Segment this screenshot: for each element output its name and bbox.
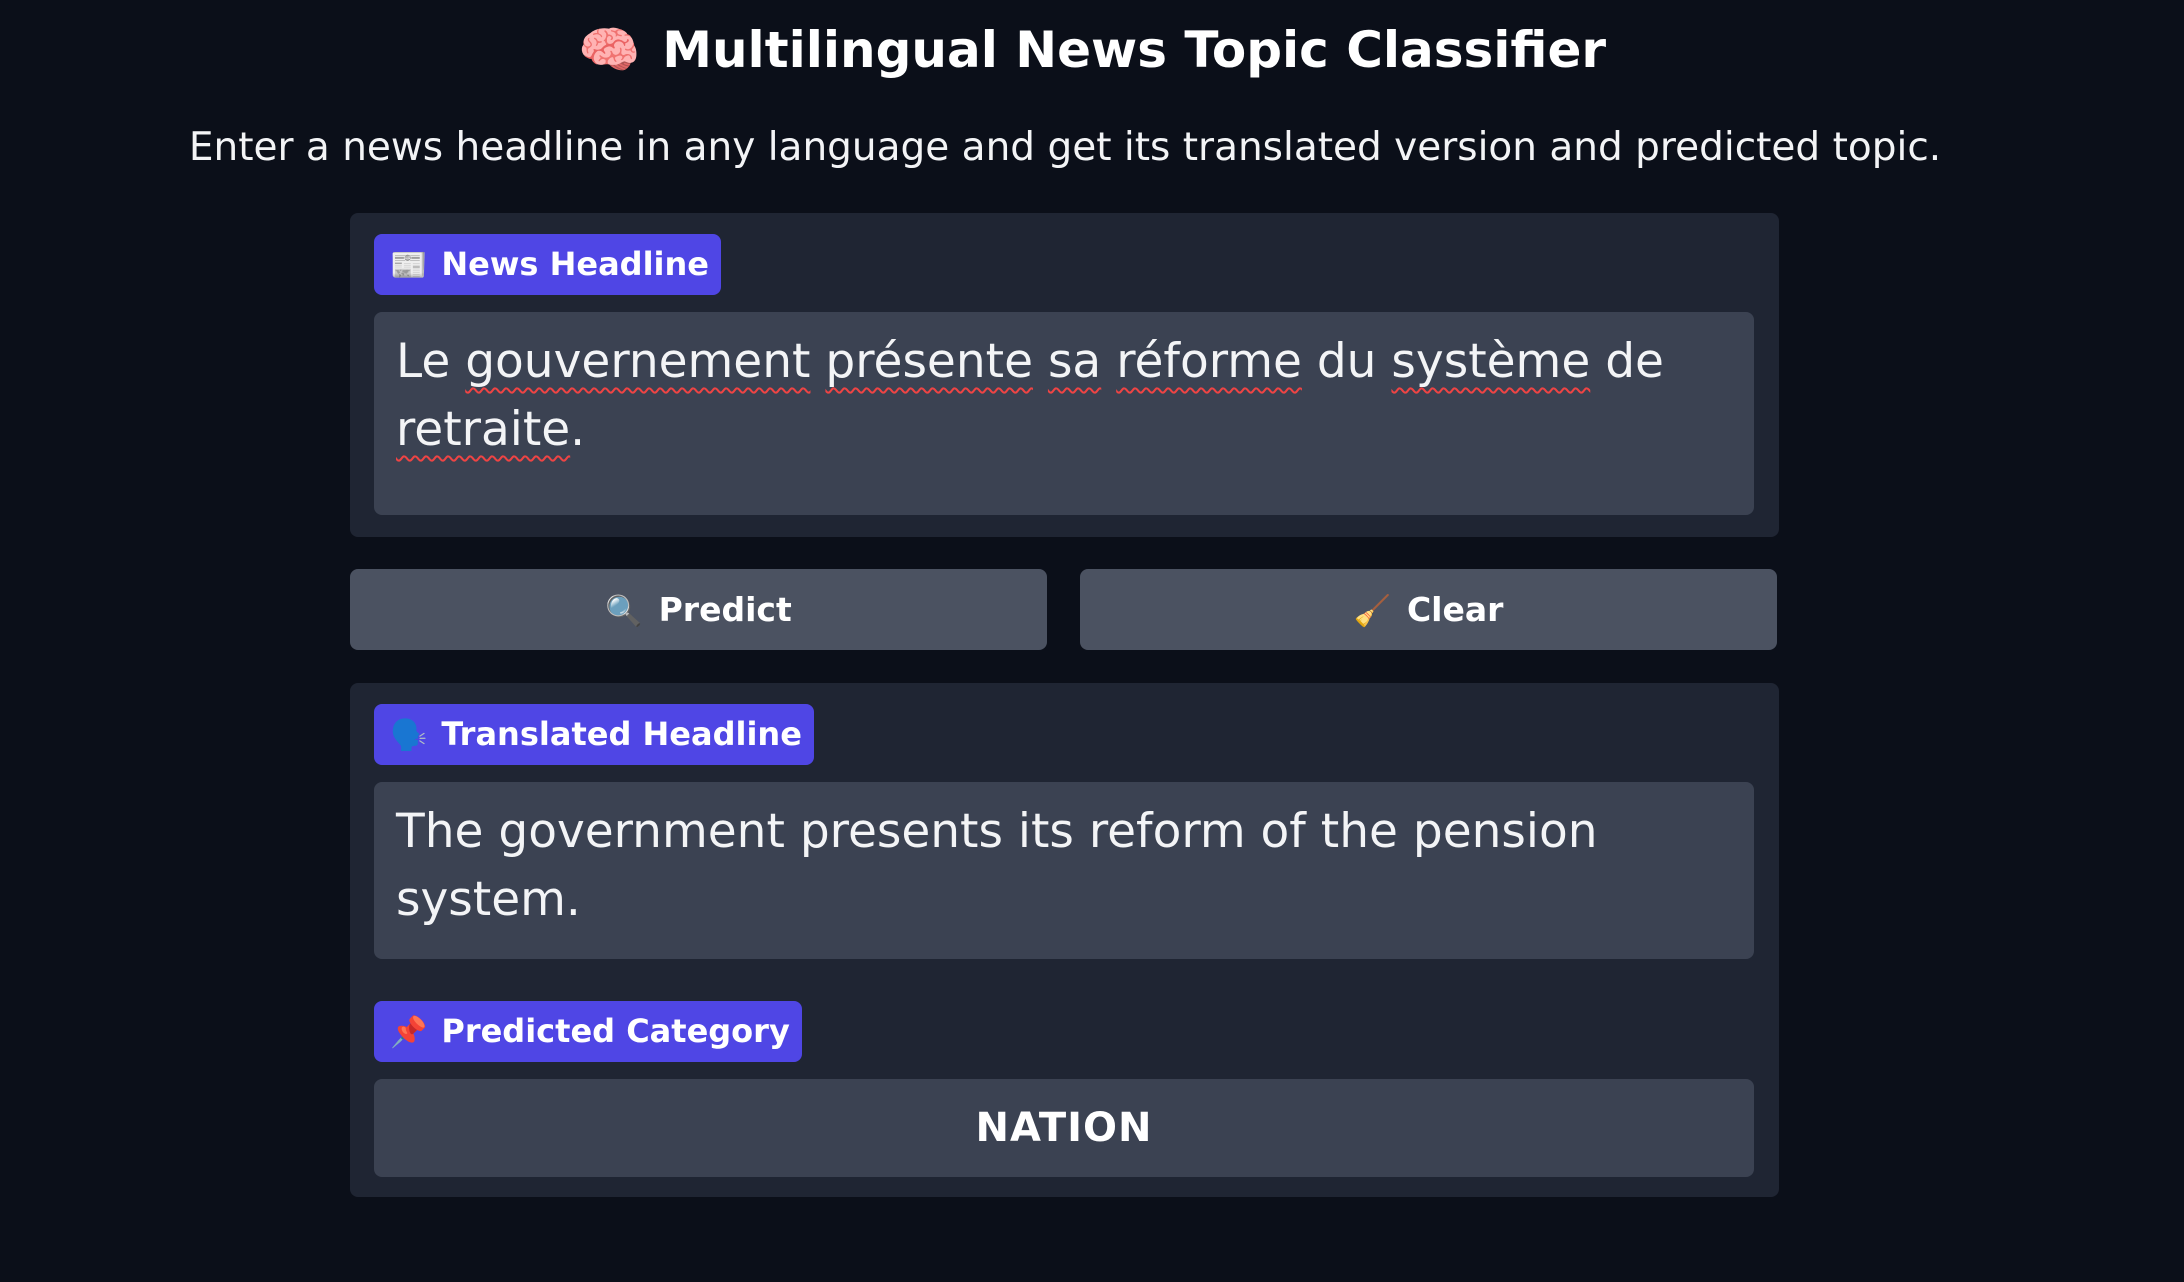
predict-button[interactable]: 🔍 Predict <box>350 569 1047 650</box>
page-subtitle: Enter a news headline in any language an… <box>188 125 1942 170</box>
broom-icon: 🧹 <box>1353 594 1391 629</box>
headline-text-fragment: . <box>570 402 586 457</box>
translated-headline-output[interactable]: The government presents its reform of th… <box>374 782 1754 959</box>
misspelled-word: retraite <box>396 402 571 457</box>
translated-headline-label-text: Translated Headline <box>441 715 802 753</box>
headline-text-fragment: Le <box>396 334 466 389</box>
headline-text-fragment <box>810 334 825 389</box>
translated-headline-label: 🗣️ Translated Headline <box>374 704 814 765</box>
predicted-category-label-text: Predicted Category <box>441 1012 790 1050</box>
misspelled-word: gouvernement <box>465 334 811 389</box>
predicted-category-label: 📌 Predicted Category <box>374 1001 802 1062</box>
newspaper-icon: 📰 <box>390 248 428 283</box>
headline-text-fragment: de <box>1590 334 1664 389</box>
app-root: 🧠 Multilingual News Topic Classifier Ente… <box>0 0 2184 1282</box>
predict-button-label: Predict <box>658 590 792 629</box>
input-panel: 📰 News Headline Le gouvernement présente … <box>350 213 1779 537</box>
page-title-text: Multilingual News Topic Classifier <box>662 21 1607 79</box>
speaking-head-icon: 🗣️ <box>390 718 428 753</box>
predicted-category-output[interactable]: NATION <box>374 1079 1754 1177</box>
magnifier-icon: 🔍 <box>605 594 643 629</box>
headline-text-fragment <box>1033 334 1048 389</box>
news-headline-input[interactable]: Le gouvernement présente sa réforme du s… <box>374 312 1754 515</box>
clear-button-label: Clear <box>1406 590 1504 629</box>
brain-icon: 🧠 <box>577 21 641 79</box>
misspelled-word: présente <box>825 334 1033 389</box>
clear-button[interactable]: 🧹 Clear <box>1080 569 1777 650</box>
headline-text-fragment <box>1101 334 1116 389</box>
misspelled-word: système <box>1391 334 1591 389</box>
output-panel: 🗣️ Translated Headline The government pre… <box>350 683 1779 1197</box>
headline-text-fragment: du <box>1301 334 1392 389</box>
pushpin-icon: 📌 <box>390 1015 428 1050</box>
news-headline-label-text: News Headline <box>441 245 709 283</box>
misspelled-word: réforme <box>1116 334 1302 389</box>
page-title: 🧠 Multilingual News Topic Classifier <box>0 14 2184 86</box>
misspelled-word: sa <box>1047 334 1102 389</box>
news-headline-label: 📰 News Headline <box>374 234 721 295</box>
